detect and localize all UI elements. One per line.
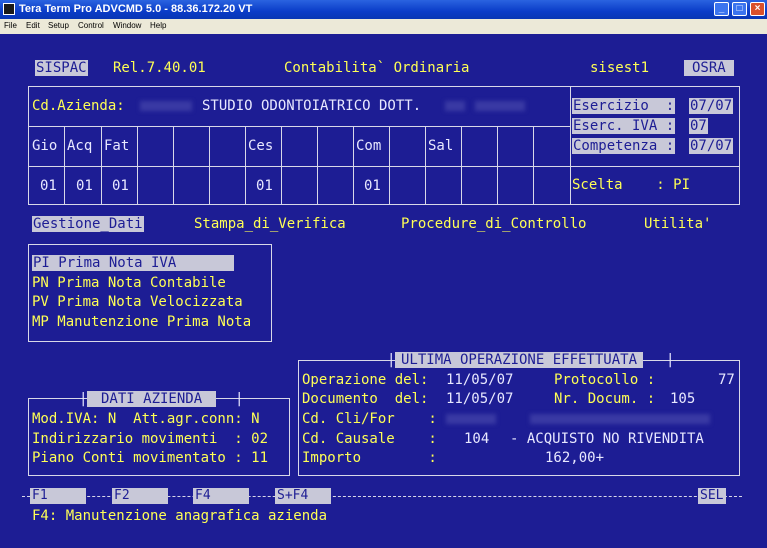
module-title: Contabilita` Ordinaria <box>284 60 470 76</box>
fkey-f4[interactable]: F4 <box>193 488 249 504</box>
fkey-f1[interactable]: F1 <box>30 488 86 504</box>
competenza-label: Competenza : <box>572 138 676 154</box>
esercizio-iva-value[interactable]: 07 <box>689 118 708 134</box>
causale-desc: - ACQUISTO NO RIVENDITA <box>510 431 704 447</box>
fkey-sel[interactable]: SEL <box>698 488 726 504</box>
indirizzario-line: Indirizzario movimenti : 02 <box>32 431 269 447</box>
user-label: sisest1 <box>590 60 650 76</box>
maximize-button[interactable]: □ <box>732 2 747 16</box>
grid-col-line <box>64 126 65 205</box>
grid-col-line <box>461 126 462 205</box>
grid-value-gio: 01 <box>40 178 57 194</box>
grid-col-line <box>317 126 318 205</box>
grid-col-line <box>425 126 426 205</box>
redacted-name <box>475 101 525 111</box>
importo-value: 162,00+ <box>545 450 605 466</box>
grid-col-line <box>389 126 390 205</box>
competenza-value[interactable]: 07/07 <box>689 138 734 154</box>
teraterm-app-icon[interactable] <box>3 3 15 15</box>
causale-code: 104 <box>464 431 490 447</box>
grid-col-line <box>497 126 498 205</box>
release-label: Rel.7.40.01 <box>113 60 206 76</box>
grid-col-line <box>353 126 354 205</box>
menu-window[interactable]: Window <box>113 21 141 30</box>
piano-conti-line: Piano Conti movimentato : 11 <box>32 450 269 466</box>
submenu-item-pn[interactable]: PN Prima Nota Contabile <box>32 275 226 291</box>
submenu-item-pi[interactable]: PI Prima Nota IVA <box>32 255 235 271</box>
code-badge: OSRA <box>684 60 734 76</box>
submenu-item-mp[interactable]: MP Manutenzione Prima Nota <box>32 314 251 330</box>
redacted-cli-for-name <box>530 414 710 424</box>
submenu-item-pv[interactable]: PV Prima Nota Velocizzata <box>32 294 243 310</box>
grid-value-fat: 01 <box>112 178 129 194</box>
menu-edit[interactable]: Edit <box>26 21 40 30</box>
window-title: Tera Term Pro ADVCMD 5.0 - 88.36.172.20 … <box>19 3 253 15</box>
tab-gestione-dati[interactable]: Gestione_Dati <box>32 216 144 232</box>
cli-for-label: Cd. Cli/For : <box>302 411 437 427</box>
grid-col-line <box>281 126 282 205</box>
importo-label: Importo : <box>302 450 437 466</box>
grid-header-acq: Acq <box>67 138 93 154</box>
close-button[interactable]: × <box>750 2 765 16</box>
grid-header-fat: Fat <box>104 138 130 154</box>
menu-control[interactable]: Control <box>78 21 104 30</box>
grid-header-ces: Ces <box>248 138 274 154</box>
title-bar[interactable]: Tera Term Pro ADVCMD 5.0 - 88.36.172.20 … <box>0 0 767 19</box>
protocollo-label: Protocollo : <box>554 372 656 388</box>
grid-divider <box>570 86 571 205</box>
grid-divider <box>28 126 570 127</box>
causale-label: Cd. Causale : <box>302 431 437 447</box>
grid-col-line <box>533 126 534 205</box>
grid-header-gio: Gio <box>32 138 58 154</box>
grid-header-com: Com <box>356 138 382 154</box>
mod-iva-line: Mod.IVA: N Att.agr.conn: N <box>32 411 260 427</box>
minimize-button[interactable]: _ <box>714 2 729 16</box>
grid-col-line <box>245 126 246 205</box>
operazione-date: 11/05/07 <box>446 372 514 388</box>
box-bracket: | <box>235 391 244 407</box>
status-line: F4: Manutenzione anagrafica azienda <box>32 508 328 524</box>
operazione-label: Operazione del: <box>302 372 429 388</box>
grid-value-acq: 01 <box>76 178 93 194</box>
tab-procedure-di-controllo[interactable]: Procedure_di_Controllo <box>401 216 586 232</box>
menu-help[interactable]: Help <box>150 21 166 30</box>
nr-docum-label: Nr. Docum. : <box>554 391 656 407</box>
grid-col-line <box>101 126 102 205</box>
dati-azienda-title: DATI AZIENDA <box>87 391 217 407</box>
esercizio-label: Esercizio : <box>572 98 676 114</box>
documento-label: Documento del: <box>302 391 429 407</box>
azienda-name: STUDIO ODONTOIATRICO DOTT. <box>202 98 422 114</box>
tab-utilita[interactable]: Utilita' <box>644 216 711 232</box>
grid-col-line <box>137 126 138 205</box>
redacted-name <box>445 101 465 111</box>
documento-date: 11/05/07 <box>446 391 514 407</box>
redacted-cli-for <box>446 414 496 424</box>
tab-stampa-di-verifica[interactable]: Stampa_di_Verifica <box>194 216 346 232</box>
fkey-shift-f4[interactable]: S+F4 <box>275 488 331 504</box>
scelta-field[interactable]: Scelta : PI <box>572 177 690 193</box>
grid-header-sal: Sal <box>428 138 454 154</box>
menu-setup[interactable]: Setup <box>48 21 69 30</box>
box-bracket: | <box>666 352 675 368</box>
terminal-screen[interactable]: SISPAC Rel.7.40.01 Contabilita` Ordinari… <box>0 34 767 548</box>
esercizio-iva-label: Eserc. IVA : <box>572 118 676 134</box>
esercizio-value[interactable]: 07/07 <box>689 98 734 114</box>
grid-divider <box>28 166 740 167</box>
nr-docum-value: 105 <box>670 391 696 407</box>
fkey-f2[interactable]: F2 <box>112 488 168 504</box>
menu-file[interactable]: File <box>4 21 17 30</box>
sispac-badge: SISPAC <box>35 60 88 76</box>
grid-value-ces: 01 <box>256 178 273 194</box>
grid-col-line <box>173 126 174 205</box>
grid-value-com: 01 <box>364 178 381 194</box>
azienda-label: Cd.Azienda: <box>32 98 125 114</box>
protocollo-value: 77 <box>718 372 735 388</box>
menu-bar: File Edit Setup Control Window Help <box>0 19 767 34</box>
grid-col-line <box>209 126 210 205</box>
ultima-operazione-title: ULTIMA OPERAZIONE EFFETTUATA <box>395 352 644 368</box>
redacted-code <box>140 101 192 111</box>
